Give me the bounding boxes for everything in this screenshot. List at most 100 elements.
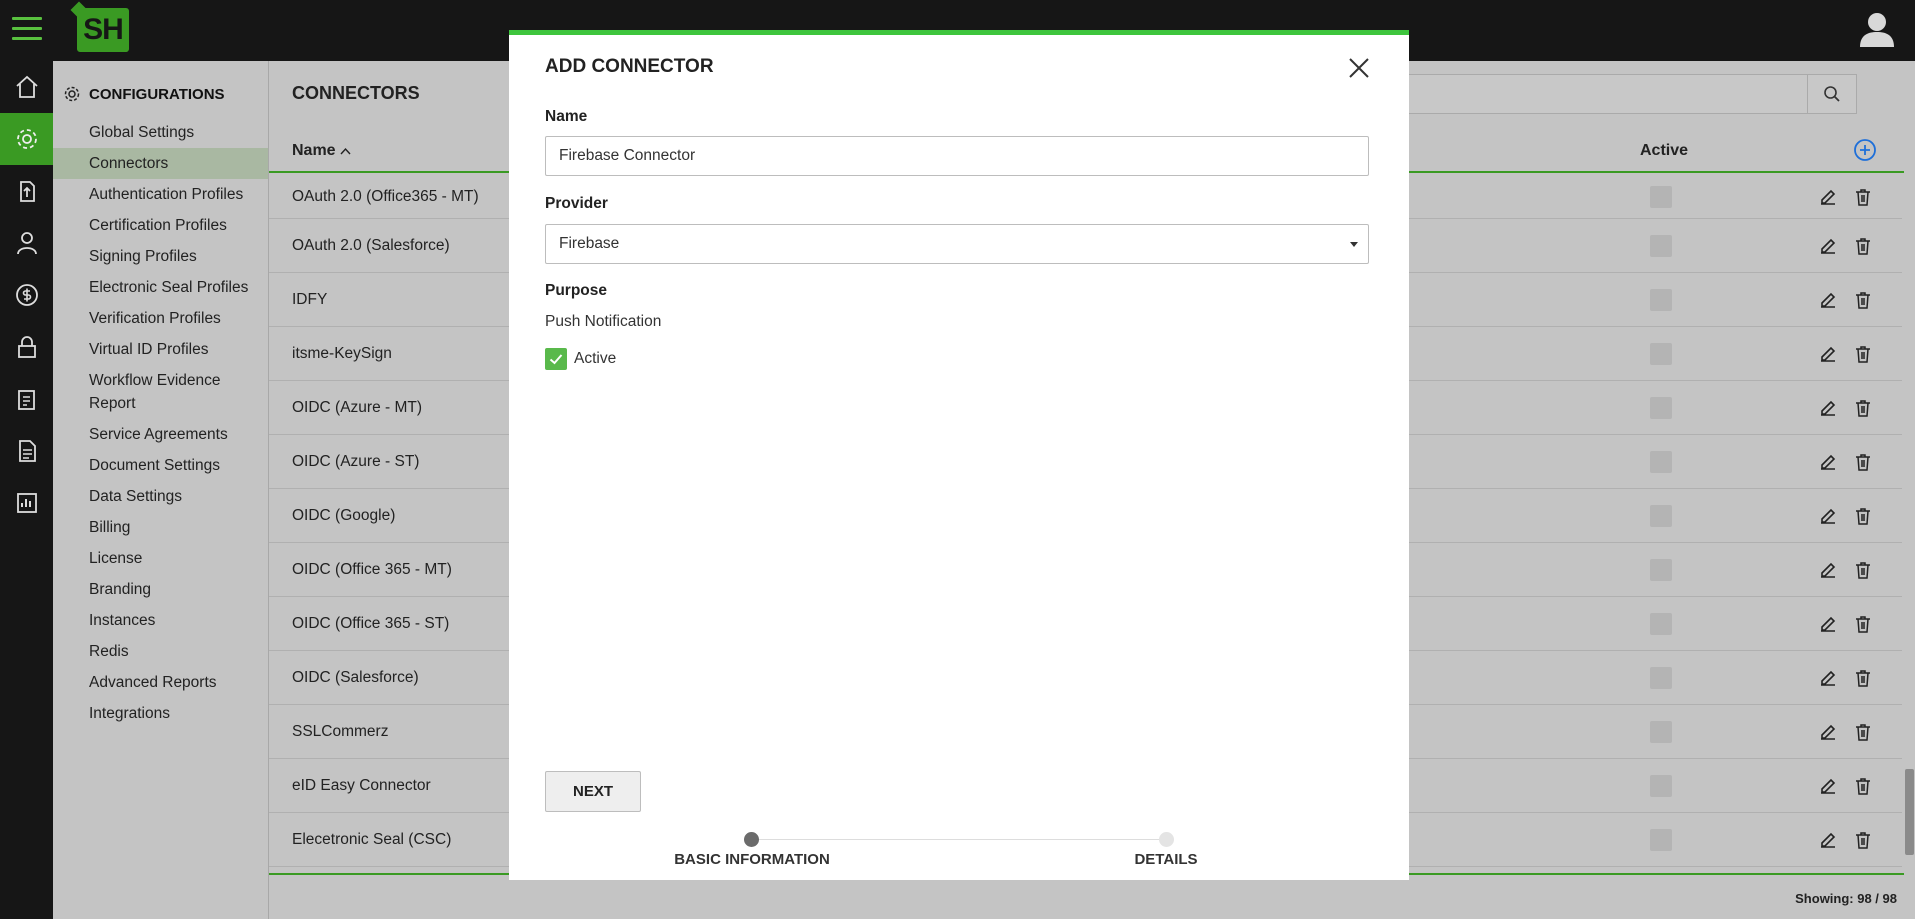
edit-icon[interactable] [1818,398,1838,418]
chevron-down-icon [1350,242,1358,247]
logo-text: SH [83,13,124,46]
edit-icon[interactable] [1818,776,1838,796]
search-icon [1824,86,1840,102]
sidebar-item-authentication-profiles[interactable]: Authentication Profiles [53,179,268,210]
sidebar-item-integrations[interactable]: Integrations [53,698,268,729]
sidebar-item-virtual-id-profiles[interactable]: Virtual ID Profiles [53,334,268,365]
sidebar-item-document-settings[interactable]: Document Settings [53,450,268,481]
edit-icon[interactable] [1818,506,1838,526]
active-checkbox[interactable] [1650,666,1672,689]
active-checkbox[interactable] [1650,185,1672,208]
connector-name: OIDC (Salesforce) [292,668,419,686]
column-name-label: Name [292,142,336,159]
active-checkbox[interactable] [1650,396,1672,419]
sidebar-item-billing[interactable]: Billing [53,512,268,543]
sidebar-item-instances[interactable]: Instances [53,605,268,636]
app-logo[interactable]: SH [77,8,129,52]
user-avatar-icon[interactable] [1857,9,1897,49]
edit-icon[interactable] [1818,187,1838,207]
purpose-value: Push Notification [545,313,662,330]
trash-icon[interactable] [1853,614,1873,634]
sidebar-item-license[interactable]: License [53,543,268,574]
active-checkbox[interactable] [1650,720,1672,743]
dollar-icon [15,284,38,306]
sidebar-item-workflow-evidence-report[interactable]: Workflow Evidence Report [53,365,253,419]
menu-icon[interactable] [12,17,42,41]
trash-icon[interactable] [1853,344,1873,364]
trash-icon[interactable] [1853,776,1873,796]
active-checkbox[interactable] [1650,234,1672,257]
sidebar-item-redis[interactable]: Redis [53,636,268,667]
stepper-line [752,839,1166,840]
sidebar-item-data-settings[interactable]: Data Settings [53,481,268,512]
edit-icon[interactable] [1818,668,1838,688]
rail-billing[interactable] [0,269,53,321]
name-field[interactable] [545,136,1369,176]
sidebar-item-certification-profiles[interactable]: Certification Profiles [53,210,268,241]
sidebar-item-advanced-reports[interactable]: Advanced Reports [53,667,268,698]
edit-icon[interactable] [1818,560,1838,580]
trash-icon[interactable] [1853,187,1873,207]
column-header-name[interactable]: Name [292,142,351,160]
add-connector-icon[interactable] [1853,138,1877,162]
sidebar-item-signing-profiles[interactable]: Signing Profiles [53,241,268,272]
rail-documents[interactable] [0,425,53,477]
trash-icon[interactable] [1853,722,1873,742]
trash-icon[interactable] [1853,830,1873,850]
edit-icon[interactable] [1818,290,1838,310]
active-checkbox[interactable] [1650,342,1672,365]
trash-icon[interactable] [1853,560,1873,580]
column-header-active: Active [1640,142,1689,159]
connector-name: itsme-KeySign [292,344,392,362]
active-checkbox[interactable] [1650,774,1672,797]
scrollbar-thumb[interactable] [1905,769,1914,855]
add-connector-dialog: ADD CONNECTOR Name Provider Firebase Pur… [509,30,1409,880]
sidebar-item-global-settings[interactable]: Global Settings [53,117,268,148]
sidebar-item-service-agreements[interactable]: Service Agreements [53,419,268,450]
edit-icon[interactable] [1818,236,1838,256]
sidebar-item-connectors[interactable]: Connectors [53,148,268,179]
trash-icon[interactable] [1853,290,1873,310]
trash-icon[interactable] [1853,506,1873,526]
active-checkbox[interactable] [1650,558,1672,581]
trash-icon[interactable] [1853,398,1873,418]
rail-tasks[interactable] [0,373,53,425]
active-checkbox[interactable] [1650,450,1672,473]
edit-icon[interactable] [1818,452,1838,472]
provider-select[interactable]: Firebase [545,224,1369,264]
rail-home[interactable] [0,61,53,113]
next-button[interactable]: NEXT [545,771,641,812]
edit-icon[interactable] [1818,344,1838,364]
trash-icon[interactable] [1853,236,1873,256]
connector-name: SSLCommerz [292,722,389,740]
search-button[interactable] [1807,75,1856,113]
trash-icon[interactable] [1853,668,1873,688]
active-checkbox[interactable] [1650,288,1672,311]
edit-icon[interactable] [1818,614,1838,634]
rail-users[interactable] [0,217,53,269]
trash-icon[interactable] [1853,452,1873,472]
sidebar-item-verification-profiles[interactable]: Verification Profiles [53,303,268,334]
rail-reports[interactable] [0,477,53,529]
edit-icon[interactable] [1818,830,1838,850]
step-label-details: DETAILS [1134,851,1198,868]
table-scrollbar[interactable] [1902,179,1915,869]
sidebar-item-branding[interactable]: Branding [53,574,268,605]
connector-name: Elecetronic Seal (CSC) [292,830,452,848]
sidebar-list: Global Settings Connectors Authenticatio… [53,117,268,729]
active-checkbox-label[interactable]: Active [574,350,616,368]
sidebar-item-electronic-seal-profiles[interactable]: Electronic Seal Profiles [53,272,268,303]
gear-icon [16,129,37,149]
active-checkbox[interactable] [1650,612,1672,635]
active-checkbox[interactable] [1650,828,1672,851]
rail-upload[interactable] [0,165,53,217]
active-checkbox[interactable] [1650,504,1672,527]
close-icon[interactable] [1347,56,1371,80]
rail-configurations[interactable] [0,113,53,165]
lock-icon [17,336,36,358]
connector-name: eID Easy Connector [292,776,431,794]
rail-security[interactable] [0,321,53,373]
page-title: CONNECTORS [292,83,420,103]
active-checkbox[interactable] [545,348,567,370]
edit-icon[interactable] [1818,722,1838,742]
